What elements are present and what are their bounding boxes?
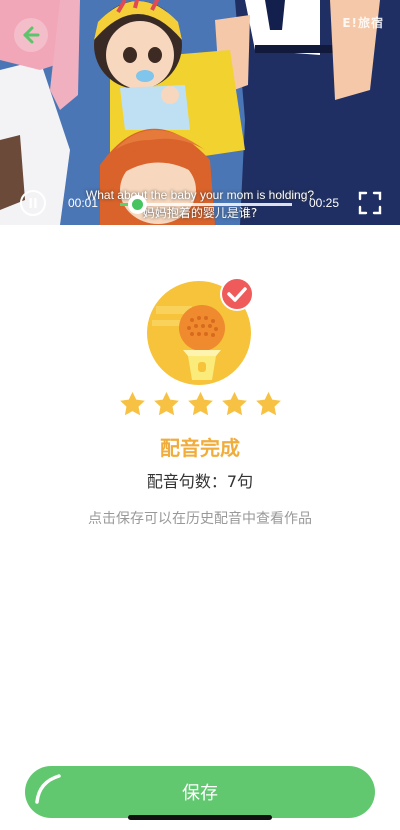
- star-icon: [153, 391, 179, 416]
- save-button[interactable]: 保存: [25, 766, 375, 818]
- progress-thumb-dot: [131, 199, 143, 210]
- fullscreen-icon[interactable]: [358, 191, 382, 215]
- star-icon: [119, 391, 145, 416]
- watermark: E!旅宿: [342, 16, 384, 30]
- current-time: 00:01: [68, 196, 99, 210]
- home-indicator: [128, 815, 272, 820]
- sentence-count-value: 7句: [226, 472, 254, 491]
- back-arrow-icon: [23, 26, 40, 44]
- pause-button[interactable]: [20, 190, 46, 216]
- video-player[interactable]: E!旅宿 What about the baby your mom is hol…: [0, 0, 400, 225]
- star-icon: [221, 391, 247, 416]
- sentence-count-label: 配音句数：: [146, 472, 227, 491]
- subtitle-chinese: 妈妈抱着的婴儿是谁?: [142, 206, 258, 220]
- sentence-count: 配音句数：7句: [0, 468, 400, 492]
- star-icon: [255, 391, 281, 416]
- back-button[interactable]: [14, 18, 48, 52]
- rating-stars: [0, 390, 400, 419]
- save-hint: 点击保存可以在历史配音中查看作品: [88, 511, 312, 527]
- pause-icon: [29, 198, 37, 208]
- star-icon: [187, 391, 213, 416]
- result-title: 配音完成: [160, 436, 240, 460]
- subtitle-english: What about the baby your mom is holding?: [85, 188, 315, 202]
- save-button-label: 保存: [182, 783, 218, 804]
- microphone-badge-icon: [147, 277, 254, 385]
- duration-time: 00:25: [309, 196, 340, 210]
- progress-thumb[interactable]: [127, 195, 147, 214]
- button-highlight-arc: [35, 774, 61, 804]
